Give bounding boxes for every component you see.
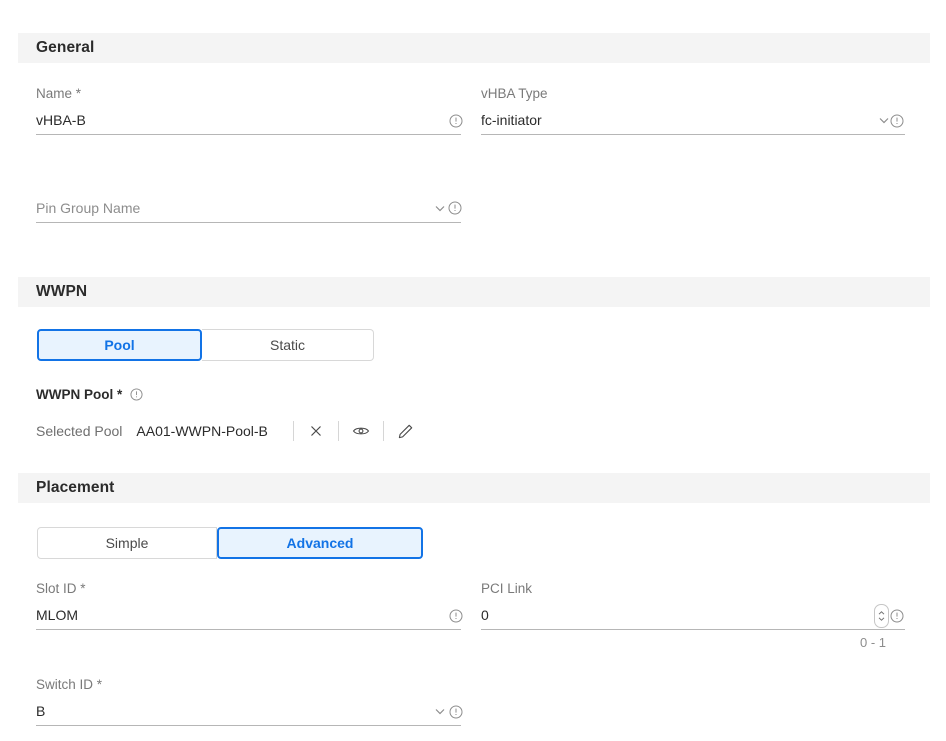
placement-mode-option-simple[interactable]: Simple	[37, 527, 217, 559]
wwpn-mode-option-pool[interactable]: Pool	[37, 329, 202, 361]
section-title-placement: Placement	[36, 479, 115, 496]
switch-id-field-info-icon[interactable]	[449, 705, 463, 719]
section-title-wwpn: WWPN	[36, 283, 88, 300]
slot-id-field-info-icon[interactable]	[449, 609, 463, 623]
switch-id-field-control[interactable]: B	[36, 699, 461, 726]
wwpn-mode-toggle-group[interactable]: Pool Static	[37, 329, 374, 361]
view-pool-button[interactable]	[339, 424, 383, 438]
name-field-label: Name *	[36, 86, 82, 101]
pin-group-name-field-value: Pin Group Name	[36, 200, 141, 216]
pin-group-name-field[interactable]: Pin Group Name	[36, 196, 462, 223]
pci-link-field-control[interactable]: 0	[481, 603, 905, 630]
slot-id-field-control[interactable]: MLOM	[36, 603, 461, 630]
vhba-configuration-form: General Name * vHBA-B vHBA Type fc-initi…	[0, 0, 946, 741]
chevron-down-icon[interactable]	[877, 113, 891, 127]
name-field-value: vHBA-B	[36, 112, 86, 128]
vhba-type-field-info-icon[interactable]	[890, 114, 904, 128]
vhba-type-field[interactable]: vHBA Type fc-initiator	[481, 86, 905, 135]
wwpn-pool-info-icon[interactable]	[129, 388, 143, 402]
switch-id-field[interactable]: Switch ID * B	[36, 677, 463, 726]
section-header-placement: Placement	[18, 473, 930, 503]
vhba-type-field-label: vHBA Type	[481, 86, 548, 101]
selected-pool-name: AA01-WWPN-Pool-B	[136, 423, 268, 439]
chevron-down-icon[interactable]	[433, 704, 447, 718]
wwpn-mode-option-static[interactable]: Static	[202, 329, 374, 361]
slot-id-field-label: Slot ID *	[36, 581, 86, 596]
pci-link-field-info-icon[interactable]	[890, 609, 904, 623]
pin-group-name-field-info-icon[interactable]	[448, 201, 462, 215]
chevron-down-icon[interactable]	[433, 201, 447, 215]
switch-id-field-label: Switch ID *	[36, 677, 103, 692]
vhba-type-field-value: fc-initiator	[481, 112, 542, 128]
switch-id-field-value: B	[36, 703, 46, 719]
section-header-wwpn: WWPN	[18, 277, 930, 307]
pci-link-field-label: PCI Link	[481, 581, 533, 596]
section-title-general: General	[36, 39, 95, 56]
pin-group-name-field-control[interactable]: Pin Group Name	[36, 196, 461, 223]
edit-pool-button[interactable]	[384, 423, 428, 440]
slot-id-field-value: MLOM	[36, 607, 78, 623]
pci-link-field-value: 0	[481, 607, 489, 623]
placement-mode-option-advanced[interactable]: Advanced	[217, 527, 423, 559]
name-field-control[interactable]: vHBA-B	[36, 108, 461, 135]
selected-pool-row: Selected Pool AA01-WWPN-Pool-B	[36, 421, 428, 441]
selected-pool-caption: Selected Pool	[36, 423, 123, 439]
wwpn-pool-label-text: WWPN Pool *	[36, 387, 123, 402]
section-header-general: General	[18, 33, 930, 63]
placement-mode-toggle-group[interactable]: Simple Advanced	[37, 527, 423, 559]
pci-link-range-hint: 0 - 1	[859, 635, 886, 650]
clear-pool-button[interactable]	[294, 424, 338, 438]
name-field-info-icon[interactable]	[449, 114, 463, 128]
slot-id-field[interactable]: Slot ID * MLOM	[36, 581, 463, 630]
vhba-type-field-control[interactable]: fc-initiator	[481, 108, 905, 135]
pci-link-field[interactable]: PCI Link 0 0 - 1	[481, 581, 905, 650]
pci-link-stepper[interactable]	[874, 603, 889, 628]
wwpn-pool-label: WWPN Pool *	[36, 387, 143, 402]
name-field[interactable]: Name * vHBA-B	[36, 86, 463, 135]
